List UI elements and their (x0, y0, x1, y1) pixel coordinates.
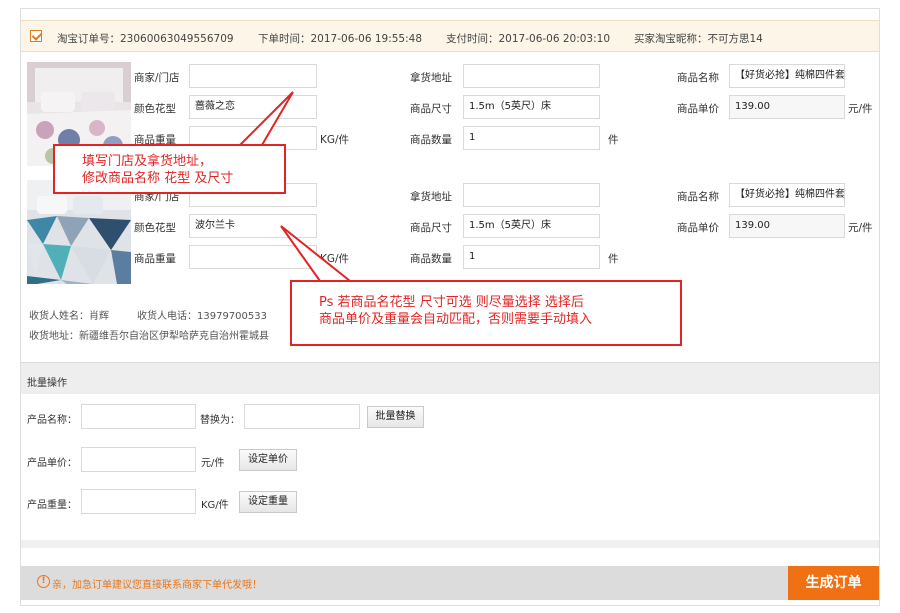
qty-unit: 件 (608, 253, 619, 265)
bulk-title: 批量操作 (27, 378, 67, 389)
pickup-input[interactable] (463, 64, 600, 88)
bulk-weight-label: 产品重量： (27, 500, 77, 511)
qty-label: 商品数量 (410, 134, 452, 146)
qty-unit: 件 (608, 134, 619, 146)
order-checkbox[interactable] (30, 30, 42, 42)
callout-line: 修改商品名称 花型 及尺寸 (82, 171, 234, 186)
store-label: 商家/门店 (134, 72, 180, 84)
price-unit: 元/件 (848, 222, 873, 234)
callout-line: 填写门店及拿货地址， (82, 154, 213, 169)
footer-bar: ! 亲，加急订单建议您直接联系商家下单代发哦！ 生成订单 (21, 566, 879, 600)
bulk-price-input[interactable] (81, 447, 196, 472)
weight-unit: KG/件 (320, 253, 350, 265)
set-price-button[interactable]: 设定单价 (239, 449, 297, 471)
qty-label: 商品数量 (410, 253, 452, 265)
product-name-input[interactable]: 【好货必抢】纯棉四件套 (729, 64, 845, 88)
pattern-input[interactable]: 蔷薇之恋 (189, 95, 317, 119)
bulk-replace-input[interactable] (244, 404, 360, 429)
product-name-input[interactable]: 【好货必抢】纯棉四件套 (729, 183, 845, 207)
receiver-name: 收货人姓名：肖辉 (29, 311, 109, 322)
pickup-label: 拿货地址 (410, 72, 452, 84)
callout-auto-match: Ps 若商品名花型 尺寸可选 则尽量选择 选择后 商品单价及重量会自动匹配，否则… (290, 280, 682, 346)
receiver-phone: 收货人电话：13979700533 (137, 311, 267, 322)
size-input[interactable]: 1.5m（5英尺）床 (463, 214, 600, 238)
bulk-weight-input[interactable] (81, 489, 196, 514)
bulk-operations-bar: 批量操作 (21, 362, 879, 394)
price-input[interactable]: 139.00 (729, 95, 845, 119)
product-image (27, 180, 131, 284)
set-weight-button[interactable]: 设定重量 (239, 491, 297, 513)
qty-input[interactable]: 1 (463, 126, 600, 150)
name-label: 商品名称 (677, 72, 719, 84)
price-label: 商品单价 (677, 222, 719, 234)
order-number: 淘宝订单号：23060063049556709 (57, 33, 234, 45)
bulk-name-input[interactable] (81, 404, 196, 429)
callout-fill-store: 填写门店及拿货地址， 修改商品名称 花型 及尺寸 (53, 144, 286, 194)
bulk-replace-label: 替换为： (200, 415, 240, 426)
pickup-input[interactable] (463, 183, 600, 207)
size-label: 商品尺寸 (410, 103, 452, 115)
bulk-name-label: 产品名称： (27, 415, 77, 426)
order-time: 下单时间：2017-06-06 19:55:48 (258, 33, 423, 45)
pattern-label: 颜色花型 (134, 222, 176, 234)
name-label: 商品名称 (677, 191, 719, 203)
qty-input[interactable]: 1 (463, 245, 600, 269)
pattern-input[interactable]: 波尔兰卡 (189, 214, 317, 238)
pickup-label: 拿货地址 (410, 191, 452, 203)
warning-icon: ! (37, 575, 50, 588)
price-input[interactable]: 139.00 (729, 214, 845, 238)
weight-label: 商品重量 (134, 253, 176, 265)
buyer-nickname: 买家淘宝昵称：不可方思14 (634, 33, 763, 45)
footer-separator (21, 540, 879, 548)
callout-line: Ps 若商品名花型 尺寸可选 则尽量选择 选择后 (319, 295, 584, 310)
price-label: 商品单价 (677, 103, 719, 115)
receiver-address: 收货地址：新疆维吾尔自治区伊犁哈萨克自治州霍城县 (29, 331, 269, 342)
store-input[interactable] (189, 64, 317, 88)
size-input[interactable]: 1.5m（5英尺）床 (463, 95, 600, 119)
generate-order-button[interactable]: 生成订单 (788, 566, 879, 600)
size-label: 商品尺寸 (410, 222, 452, 234)
bulk-price-label: 产品单价： (27, 458, 77, 469)
bulk-weight-unit: KG/件 (201, 500, 229, 511)
weight-input[interactable] (189, 245, 317, 269)
pay-time: 支付时间：2017-06-06 20:03:10 (446, 33, 611, 45)
bulk-price-unit: 元/件 (201, 458, 225, 469)
price-unit: 元/件 (848, 103, 873, 115)
callout-line: 商品单价及重量会自动匹配，否则需要手动填入 (319, 312, 593, 327)
bulk-replace-button[interactable]: 批量替换 (367, 406, 424, 428)
pattern-label: 颜色花型 (134, 103, 176, 115)
urgent-notice: 亲，加急订单建议您直接联系商家下单代发哦！ (52, 580, 262, 591)
weight-unit: KG/件 (320, 134, 350, 146)
order-header: 淘宝订单号：23060063049556709 下单时间：2017-06-06 … (21, 20, 879, 52)
